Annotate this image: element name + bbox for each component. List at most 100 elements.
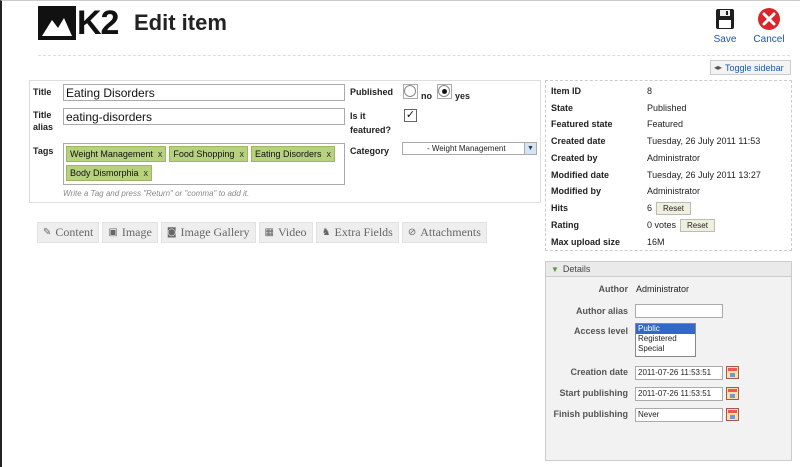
info-label: State [551,103,574,113]
tags-label: Tags [33,146,54,156]
bicycle-icon: ♞ [321,227,331,238]
tags-hint: Write a Tag and press "Return" or "comma… [63,189,250,198]
finish-publishing-input[interactable]: Never [635,408,723,422]
tag-item: Weight Management x [66,146,167,162]
category-select[interactable]: - Weight Management ▼ [402,142,537,155]
details-title: Details [562,264,591,274]
tab-image-gallery[interactable]: ◙ Image Gallery [160,222,256,243]
calendar-icon[interactable] [726,387,739,400]
access-level-select[interactable]: Public Registered Special [635,323,696,357]
info-value: 16M [647,237,665,247]
details-panel: ▼ Details Author Administrator Author al… [545,261,792,461]
page-title: Edit item [134,10,227,35]
tab-video[interactable]: ▦ Video [258,222,313,243]
item-info-panel: Item ID 8 State Published Featured state Fe… [545,80,792,251]
info-label: Modified date [551,170,609,180]
tab-content[interactable]: ✎ Content [37,222,100,243]
edit-icon: ✎ [43,227,52,238]
tab-label: Video [277,225,307,239]
info-label: Created date [551,136,606,146]
rating-value: 0 votes [647,220,677,230]
logo-mountain-icon [38,6,76,40]
reset-hits-button[interactable]: Reset [656,201,691,215]
info-label: Created by [551,153,598,163]
access-option[interactable]: Special [636,344,695,354]
tab-image[interactable]: ▣ Image [102,222,158,243]
tags-input[interactable]: Weight Management x Food Shopping x Eating… [63,143,345,185]
toggle-sidebar-button[interactable]: ◂▸ Toggle sidebar [710,60,791,75]
published-yes-radio[interactable] [438,85,450,97]
tag-label: Body Dismorphia [70,167,139,178]
tag-remove-icon[interactable]: x [239,149,244,160]
published-yes-label: yes [455,91,471,101]
published-no-radio[interactable] [404,85,416,97]
calendar-icon[interactable] [726,408,739,421]
save-label: Save [713,34,737,45]
tab-label: Image Gallery [180,225,250,239]
details-toggle[interactable]: ▼ Details [546,262,791,277]
title-input[interactable]: Eating Disorders [63,84,345,101]
info-label: Rating [551,220,579,230]
alias-label-line2: alias [33,122,54,132]
image-icon: ▣ [108,227,118,238]
info-value: Administrator [647,153,701,163]
tag-label: Eating Disorders [254,148,322,159]
tag-remove-icon[interactable]: x [144,168,149,179]
creation-date-input[interactable]: 2011-07-26 11:53:51 [635,366,723,380]
calendar-icon[interactable] [726,366,739,379]
header-divider [38,55,790,56]
triangle-down-icon: ▼ [551,264,559,274]
tab-attachments[interactable]: ⊘ Attachments [401,222,487,243]
item-tabs: ✎ Content ▣ Image ◙ Image Gallery ▦ Video ♞ E… [37,222,487,243]
tag-label: Food Shopping [173,148,235,159]
item-form: Title Eating Disorders Title alias eatin… [29,80,541,203]
hits-value: 6 [647,203,653,213]
reset-rating-button[interactable]: Reset [680,218,715,232]
k2-logo: K2 [38,4,119,42]
tag-item: Body Dismorphia x [66,165,153,181]
info-value: Tuesday, 26 July 2011 13:27 [647,170,761,180]
tab-label: Attachments [420,225,481,239]
tab-label: Image [121,225,152,239]
start-publishing-input[interactable]: 2011-07-26 11:53:51 [635,387,723,401]
logo-text: K2 [77,4,119,42]
tab-label: Content [55,225,94,239]
info-label: Item ID [551,86,582,96]
tag-item: Eating Disorders x [250,146,335,162]
featured-label-line2: featured? [350,125,392,135]
featured-label-line1: Is it [350,111,366,121]
tag-remove-icon[interactable]: x [158,149,163,160]
info-label: Featured state [551,119,613,129]
chevron-down-icon: ▼ [524,143,536,154]
toggle-sidebar-label: Toggle sidebar [725,62,784,73]
author-label: Author [598,284,629,294]
info-value: Published [647,103,687,113]
info-row-item-id: Item ID 8 [551,84,791,98]
info-row-modified-date: Modified date Tuesday, 26 July 2011 13:27 [551,168,791,182]
info-row-state: State Published [551,101,791,115]
info-row-featured: Featured state Featured [551,117,791,131]
tab-label: Extra Fields [334,225,393,239]
info-row-rating: Rating 0 votes Reset [551,218,791,232]
author-alias-input[interactable] [635,304,723,318]
save-button[interactable]: Save [705,7,745,45]
featured-checkbox[interactable]: ✓ [404,109,417,122]
info-value: 8 [647,86,653,96]
tab-extra-fields[interactable]: ♞ Extra Fields [315,222,399,243]
alias-input[interactable]: eating-disorders [63,108,345,125]
tag-remove-icon[interactable]: x [326,149,331,160]
info-row-created-by: Created by Administrator [551,151,791,165]
cancel-button[interactable]: Cancel [749,7,789,45]
access-option[interactable]: Public [636,324,695,334]
info-label: Hits [551,203,569,213]
creation-date-label: Creation date [570,367,628,377]
save-disk-icon [713,7,737,31]
start-publishing-label: Start publishing [559,388,629,398]
info-label: Modified by [551,186,601,196]
access-option[interactable]: Registered [636,334,695,344]
camera-icon: ◙ [166,227,177,238]
film-icon: ▦ [264,227,274,238]
category-label: Category [350,146,390,156]
info-row-hits: Hits 6 Reset [551,201,791,215]
published-label: Published [350,87,394,97]
